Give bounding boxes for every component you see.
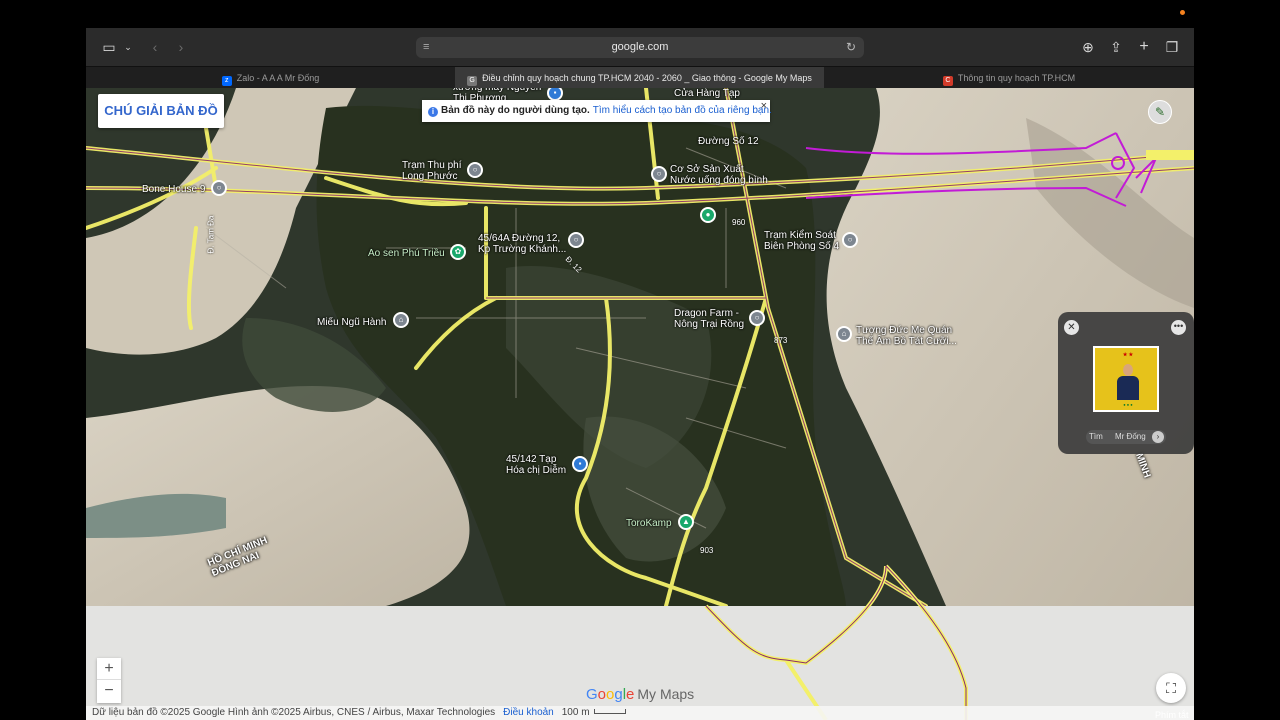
download-icon[interactable]: ⊕ <box>1080 38 1096 56</box>
poi-ao-sen[interactable]: Ao sen Phú Triều <box>368 248 445 259</box>
poi-tram-kiem-soat[interactable]: Trạm Kiểm Soát Biên Phòng Số 4 <box>764 230 839 252</box>
tab-overview-icon[interactable]: ❐ <box>1164 38 1180 56</box>
tab-label: Điều chỉnh quy hoạch chung TP.HCM 2040 -… <box>482 73 812 83</box>
poi-duong-so-12: Đường Số 12 <box>698 136 759 147</box>
statue-pin-icon[interactable]: ⌂ <box>836 326 852 342</box>
notice-text: Bản đồ này do người dùng tạo. <box>441 105 590 116</box>
address-bar[interactable]: ≡ google.com ↻ <box>416 37 864 58</box>
zalo-icon: z <box>221 76 232 86</box>
poi-tuong-duc-me[interactable]: Tượng Đức Mẹ Quán Thế Âm Bồ Tát Cưỡi... <box>856 325 957 347</box>
reload-icon[interactable]: ↻ <box>846 40 858 54</box>
poi-tap-hoa-diem[interactable]: 45/142 Tạp Hóa chị Diễm <box>506 454 566 476</box>
g-icon: G <box>467 76 478 86</box>
browser-toolbar: ▭ ⌄ ‹ › ≡ google.com ↻ ⊕ ⇪ + ❐ <box>86 28 1194 66</box>
terms-link[interactable]: Điều khoản <box>503 707 554 718</box>
layer-toggle-icon[interactable]: ✎ <box>1148 100 1172 124</box>
close-icon[interactable]: × <box>761 95 767 117</box>
poi-mieu-ngu-hanh[interactable]: Miếu Ngũ Hành <box>317 317 386 328</box>
map-legend-button[interactable]: CHÚ GIẢI BẢN ĐỒ <box>98 94 224 128</box>
shortcut-label[interactable]: Phím tắt <box>1155 710 1189 720</box>
notice-link[interactable]: Tìm hiểu cách tạo bản đồ của riêng bạn. <box>593 105 772 116</box>
zoom-in-button[interactable]: + <box>97 658 121 680</box>
scale-bar <box>593 709 626 714</box>
road-name-tam-da: Đ. Tam Đa <box>206 215 216 254</box>
screen: ▭ ⌄ ‹ › ≡ google.com ↻ ⊕ ⇪ + ❐ z Zalo - A… <box>0 0 1280 720</box>
fullscreen-icon[interactable]: ⛶ <box>1156 673 1186 703</box>
url-text: google.com <box>611 41 669 53</box>
poi-co-so-san-xuat[interactable]: Cơ Sở Sản Xuất Nước uống đóng bình <box>670 164 768 186</box>
checkpoint-pin-icon[interactable]: ○ <box>842 232 858 248</box>
road-number-903: 903 <box>700 546 714 555</box>
road-number-873: 873 <box>774 336 788 345</box>
new-tab-icon[interactable]: + <box>1136 38 1152 56</box>
pip-caption-bar[interactable]: Tìm Mr Đống › <box>1086 430 1166 444</box>
brand-suffix: My Maps <box>637 686 695 702</box>
close-icon[interactable]: ✕ <box>1064 320 1079 335</box>
tab-label: Thông tin quy hoạch TP.HCM <box>957 73 1076 83</box>
poi-bone-house[interactable]: Bone House 9 <box>142 184 205 195</box>
avatar: ★ ★ ● ● ● <box>1093 346 1159 412</box>
green-pin-icon[interactable]: ● <box>700 207 716 223</box>
store-pin-icon[interactable]: ▪ <box>572 456 588 472</box>
pip-caption-name: Mr Đống <box>1115 432 1146 441</box>
more-options-icon[interactable]: ••• <box>1171 320 1186 335</box>
tab-my-maps[interactable]: G Điều chỉnh quy hoạch chung TP.HCM 2040 … <box>455 67 824 89</box>
poi-dragon-farm[interactable]: Dragon Farm - Nông Trại Rồng <box>674 308 744 330</box>
forward-icon[interactable]: › <box>174 38 188 56</box>
info-icon: i <box>428 107 438 117</box>
recording-indicator <box>1180 10 1185 15</box>
park-pin-icon[interactable]: ✿ <box>450 244 466 260</box>
poi-dia-chi-45-64a[interactable]: 45/64A Đường 12, Kp Trường Khánh... <box>478 233 566 255</box>
tab-label: Zalo - A A A Mr Đống <box>236 73 320 83</box>
back-icon[interactable]: ‹ <box>148 38 162 56</box>
chevron-right-icon[interactable]: › <box>1152 431 1164 443</box>
sidebar-toggle-icon[interactable]: ▭ <box>100 38 118 56</box>
share-icon[interactable]: ⇪ <box>1108 38 1124 56</box>
poi-cua-hang[interactable]: Cửa Hàng Tạp <box>674 88 740 99</box>
browser-window: ▭ ⌄ ‹ › ≡ google.com ↻ ⊕ ⇪ + ❐ z Zalo - A… <box>86 28 1194 720</box>
avatar-decoration: ★ ★ <box>1122 352 1134 358</box>
poi-tram-thu-phi[interactable]: Trạm Thu phí Long Phước <box>402 160 461 182</box>
map-footer: Dữ liệu bản đồ ©2025 Google Hình ảnh ©20… <box>86 706 1194 720</box>
chevron-down-icon[interactable]: ⌄ <box>122 38 134 56</box>
factory-pin-icon[interactable]: ○ <box>651 166 667 182</box>
user-map-notice: i Bản đồ này do người dùng tạo. Tìm hiểu c… <box>422 100 772 122</box>
road-number-960: 960 <box>732 218 746 227</box>
floating-video-window[interactable]: ✕ ••• ★ ★ ● ● ● Tìm Mr Đống › <box>1058 312 1194 454</box>
farm-pin-icon[interactable]: ○ <box>749 310 765 326</box>
house-pin-icon[interactable]: ○ <box>211 180 227 196</box>
attribution-text: Dữ liệu bản đồ ©2025 Google Hình ảnh ©20… <box>92 707 496 718</box>
toll-pin-icon[interactable]: ○ <box>467 162 483 178</box>
temple-pin-icon[interactable]: ⌂ <box>393 312 409 328</box>
pip-caption-text: Tìm <box>1089 432 1103 441</box>
camp-pin-icon[interactable]: ▲ <box>678 514 694 530</box>
tab-zalo[interactable]: z Zalo - A A A Mr Đống <box>86 67 455 89</box>
zoom-control: + − <box>97 658 121 703</box>
tab-thong-tin-quy-hoach[interactable]: C Thông tin quy hoạch TP.HCM <box>824 67 1194 89</box>
poi-torokamp[interactable]: ToroKamp <box>626 518 672 529</box>
lower-route-overlay <box>86 564 1194 720</box>
scale-label: 100 m <box>561 707 590 718</box>
google-my-maps-logo: Google My Maps <box>586 686 695 703</box>
site-icon: C <box>942 76 953 86</box>
map-canvas[interactable]: Trạm Thu phí Long Phước ○ Cơ Sở Sản Xuất N… <box>86 88 1194 720</box>
place-pin-icon[interactable]: ○ <box>568 232 584 248</box>
zoom-out-button[interactable]: − <box>97 680 121 702</box>
person-figure <box>1117 364 1139 400</box>
tab-bar: z Zalo - A A A Mr Đống G Điều chỉnh quy ho… <box>86 66 1194 89</box>
avatar-decoration: ● ● ● <box>1123 402 1133 407</box>
